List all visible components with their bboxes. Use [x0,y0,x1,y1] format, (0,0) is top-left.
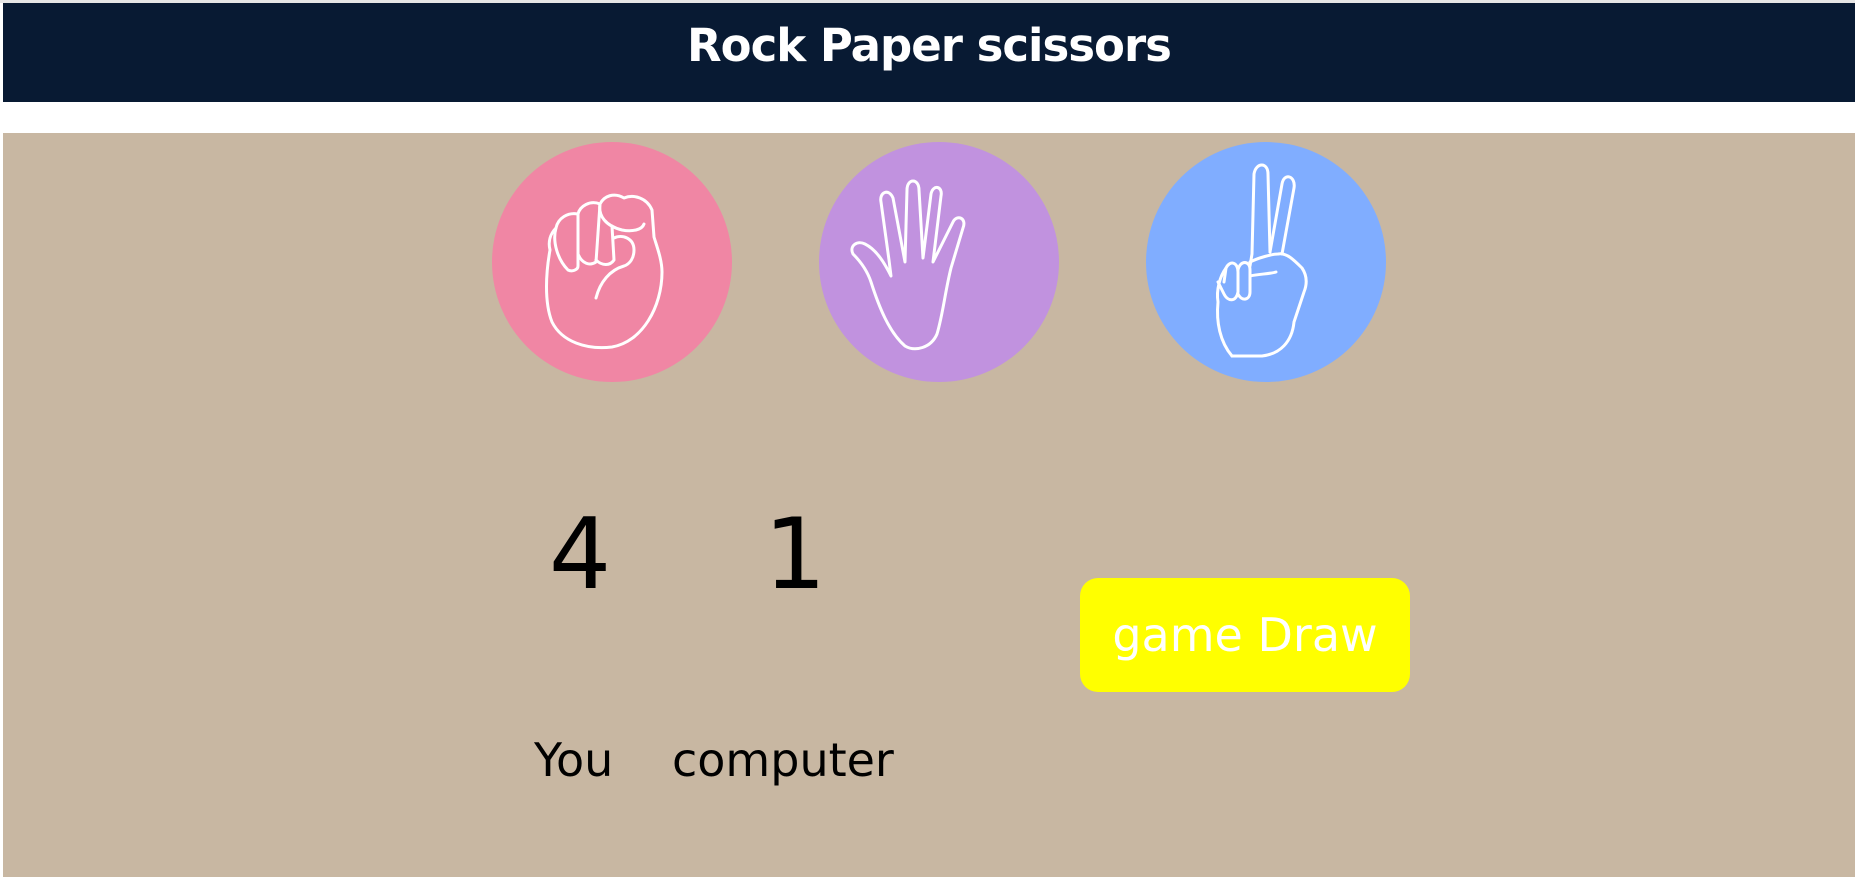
page-title: Rock Paper scissors [687,18,1172,72]
paper-hand-icon [850,179,966,351]
scissors-hand-icon [1216,163,1308,358]
computer-label: computer [672,733,894,787]
scissors-choice-button[interactable] [1146,142,1386,382]
user-label: You [534,733,614,787]
paper-choice-button[interactable] [819,142,1059,382]
app-header: Rock Paper scissors [3,3,1855,102]
computer-score: 1 [763,498,827,612]
user-score: 4 [548,498,612,612]
result-message: game Draw [1080,578,1410,692]
result-message-text: game Draw [1112,608,1378,662]
rock-fist-icon [545,193,664,350]
rock-choice-button[interactable] [492,142,732,382]
